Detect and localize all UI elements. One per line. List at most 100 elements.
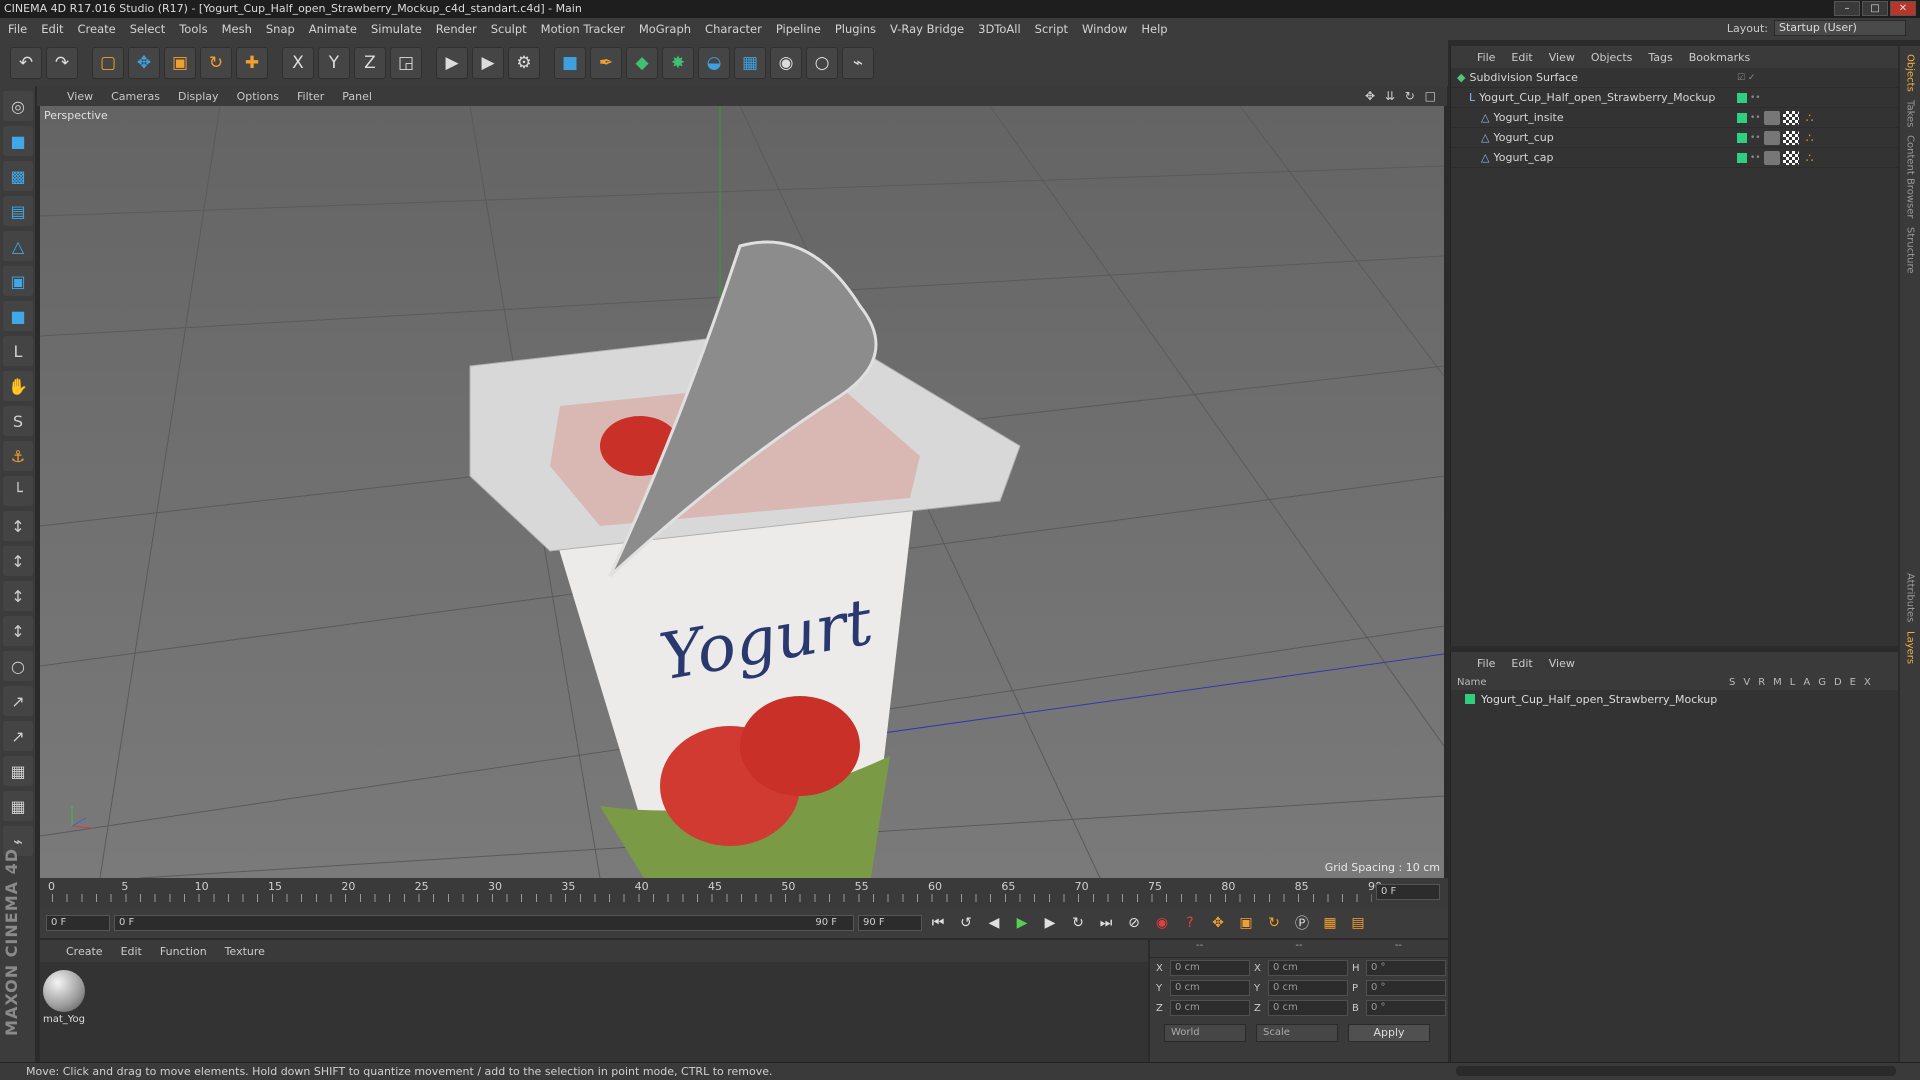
rotation-field[interactable]: 0 °: [1366, 960, 1446, 976]
menu-create[interactable]: Create: [78, 22, 116, 36]
brush-icon-2[interactable]: ↕: [3, 546, 33, 576]
coordinate-system-icon[interactable]: ◲: [390, 47, 422, 79]
key-pla-icon[interactable]: ▦: [1318, 911, 1342, 935]
viewport-menu-options[interactable]: Options: [237, 90, 279, 103]
enable-axis-icon[interactable]: └: [3, 476, 33, 506]
position-field[interactable]: 0 cm: [1170, 980, 1250, 996]
menu-3dtoall[interactable]: 3DToAll: [978, 22, 1021, 36]
viewport-nav-icons[interactable]: ✥ ⇊ ↻ □: [1365, 89, 1439, 103]
visibility-dots[interactable]: ••: [1750, 113, 1761, 123]
menu-help[interactable]: Help: [1141, 22, 1167, 36]
layer-menu-view[interactable]: View: [1549, 657, 1575, 670]
visibility-dots[interactable]: ••: [1750, 153, 1761, 163]
material-menu-texture[interactable]: Texture: [225, 945, 265, 958]
play-button[interactable]: ▶: [1010, 911, 1034, 935]
snapping-icon[interactable]: S: [3, 406, 33, 436]
material-tag-icon[interactable]: [1763, 110, 1780, 125]
autokey-icon[interactable]: ⊘: [1122, 911, 1146, 935]
layer-color-swatch[interactable]: [1737, 152, 1747, 163]
rotation-field[interactable]: 0 °: [1366, 980, 1446, 996]
record-button[interactable]: ◉: [1150, 911, 1174, 935]
layer-column-a[interactable]: A: [1803, 677, 1810, 688]
menu-mograph[interactable]: MoGraph: [639, 22, 691, 36]
menu-plugins[interactable]: Plugins: [835, 22, 876, 36]
object-row[interactable]: L Yogurt_Cup_Half_open_Strawberry_Mockup •…: [1451, 88, 1898, 108]
layer-color-swatch[interactable]: [1737, 112, 1747, 123]
close-button[interactable]: ✕: [1890, 1, 1916, 16]
frame-range-slider[interactable]: 0 F 90 F: [114, 915, 854, 931]
floor-icon[interactable]: ▦: [734, 47, 766, 79]
layer-column-e[interactable]: E: [1850, 677, 1856, 688]
tweak-mode-icon[interactable]: ✋: [3, 371, 33, 401]
layer-column-d[interactable]: D: [1834, 677, 1842, 688]
visibility-dots[interactable]: ••: [1750, 93, 1761, 103]
menu-file[interactable]: File: [8, 22, 27, 36]
current-frame-field[interactable]: 0 F: [1376, 884, 1440, 900]
object-row[interactable]: △ Yogurt_cap •• ∴: [1451, 148, 1898, 168]
viewport-menu-view[interactable]: View: [67, 90, 93, 103]
viewport-menu-filter[interactable]: Filter: [297, 90, 324, 103]
coordinate-mode-dropdown[interactable]: World: [1164, 1024, 1246, 1042]
render-view-icon[interactable]: ▶: [436, 47, 468, 79]
material-swatch[interactable]: mat_Yog: [42, 970, 86, 1025]
move-icon[interactable]: ✥: [128, 47, 160, 79]
redo-icon[interactable]: ↷: [46, 47, 78, 79]
key-rotation-icon[interactable]: ↻: [1262, 911, 1286, 935]
side-tab-content-browser[interactable]: Content Browser: [1905, 135, 1916, 218]
rotate-icon[interactable]: ↻: [200, 47, 232, 79]
live-selection-icon[interactable]: ▢: [92, 47, 124, 79]
side-tab-takes[interactable]: Takes: [1905, 100, 1916, 127]
viewport-menu-cameras[interactable]: Cameras: [111, 90, 160, 103]
layer-column-v[interactable]: V: [1743, 677, 1750, 688]
phong-tag-icon[interactable]: ∴: [1802, 131, 1818, 145]
subdivision-icon[interactable]: ◆: [626, 47, 658, 79]
menu-simulate[interactable]: Simulate: [371, 22, 422, 36]
brush-icon-3[interactable]: ↕: [3, 581, 33, 611]
menu-script[interactable]: Script: [1035, 22, 1068, 36]
locked-workplane-icon[interactable]: ▦: [3, 756, 33, 786]
edit-render-settings-icon[interactable]: ⚙: [508, 47, 540, 79]
side-tab-objects[interactable]: Objects: [1905, 54, 1916, 92]
apply-button[interactable]: Apply: [1348, 1024, 1430, 1042]
layer-horizontal-scrollbar[interactable]: [1456, 1066, 1896, 1076]
position-field[interactable]: 0 cm: [1170, 960, 1250, 976]
go-to-end-button[interactable]: ⏭: [1094, 911, 1118, 935]
cloner-icon[interactable]: ✸: [662, 47, 694, 79]
y-axis-icon[interactable]: Y: [318, 47, 350, 79]
layer-color-swatch[interactable]: [1737, 92, 1747, 103]
phong-tag-icon[interactable]: ∴: [1802, 111, 1818, 125]
deformer-icon[interactable]: ◒: [698, 47, 730, 79]
size-mode-dropdown[interactable]: Scale: [1256, 1024, 1338, 1042]
previous-key-button[interactable]: ↺: [954, 911, 978, 935]
model-mode-icon[interactable]: ■: [3, 126, 33, 156]
material-tag-icon[interactable]: [1763, 130, 1780, 145]
timeline-ruler[interactable]: 0 5 10 15 20 25 30 35 40 45 50 55 60 65 70 75 80 85 90 0 F: [40, 878, 1448, 908]
side-tab-structure[interactable]: Structure: [1905, 227, 1916, 274]
menu-window[interactable]: Window: [1082, 22, 1127, 36]
menu-character[interactable]: Character: [705, 22, 762, 36]
workplane-icon[interactable]: ▤: [3, 196, 33, 226]
previous-frame-button[interactable]: ◀: [982, 911, 1006, 935]
planar-workplane-icon[interactable]: ▦: [3, 791, 33, 821]
menu-mesh[interactable]: Mesh: [222, 22, 252, 36]
layer-column-m[interactable]: M: [1773, 677, 1782, 688]
object-menu-objects[interactable]: Objects: [1591, 51, 1633, 64]
position-field[interactable]: 0 cm: [1170, 1000, 1250, 1016]
layer-menu-edit[interactable]: Edit: [1511, 657, 1532, 670]
visibility-dots[interactable]: ••: [1750, 133, 1761, 143]
object-menu-bookmarks[interactable]: Bookmarks: [1689, 51, 1750, 64]
light-icon[interactable]: ○: [806, 47, 838, 79]
last-tool-icon[interactable]: ✚: [236, 47, 268, 79]
rotation-field[interactable]: 0 °: [1366, 1000, 1446, 1016]
menu-animate[interactable]: Animate: [309, 22, 357, 36]
object-row[interactable]: △ Yogurt_insite •• ∴: [1451, 108, 1898, 128]
side-tab-attributes[interactable]: Attributes: [1905, 573, 1916, 622]
layer-column-g[interactable]: G: [1818, 677, 1826, 688]
z-axis-icon[interactable]: Z: [354, 47, 386, 79]
key-scale-icon[interactable]: ▣: [1234, 911, 1258, 935]
phong-tag-icon[interactable]: ∴: [1802, 151, 1818, 165]
layer-column-l[interactable]: L: [1790, 677, 1796, 688]
layer-color-swatch[interactable]: [1737, 132, 1747, 143]
edges-mode-icon[interactable]: ▣: [3, 266, 33, 296]
edit-toggle-icon[interactable]: ☑ ✓: [1737, 73, 1755, 83]
